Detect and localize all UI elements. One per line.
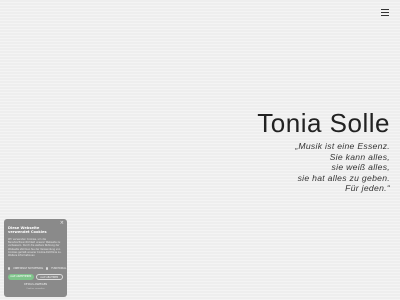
checkbox-necessary[interactable] [8, 266, 10, 270]
cookie-title: Diese Webseite verwendet Cookies [8, 226, 47, 235]
hamburger-icon-line [381, 12, 389, 13]
cookie-buttons: ALLE AKZEPTIEREN ALLE ABLEHNEN [8, 273, 63, 280]
quote-line: Sie kann alles, [329, 151, 390, 162]
quote-line: sie hat alles zu geben. [297, 172, 390, 183]
cookie-banner: × Diese Webseite verwendet Cookies Wir v… [4, 219, 67, 297]
cookie-footer-text: Cookies verwalten [26, 287, 45, 290]
quote: „Musik ist eine Essenz. Sie kann alles, … [257, 141, 390, 194]
artist-name: Tonia Solle [257, 108, 390, 138]
cookie-checkboxes: UNBEDINGT NOTWENDIG FUNKTIONAL [8, 266, 67, 270]
show-details-link[interactable]: DETAILS ANZEIGEN [8, 283, 63, 286]
quote-line: „Musik ist eine Essenz. [295, 141, 390, 151]
checkbox-functional-label: FUNKTIONAL [51, 266, 67, 270]
quote-line: Für jeden.“ [345, 183, 390, 194]
hero: Tonia Solle „Musik ist eine Essenz. Sie … [257, 108, 390, 194]
checkbox-functional[interactable] [46, 266, 49, 270]
close-icon[interactable]: × [60, 221, 64, 226]
cookie-text: Wir verwenden Cookies, um die Benutzerfr… [8, 237, 62, 258]
hamburger-icon-line [381, 15, 389, 16]
checkbox-necessary-label: UNBEDINGT NOTWENDIG [13, 266, 44, 270]
hamburger-icon-line [381, 9, 389, 10]
menu-button[interactable] [381, 9, 389, 16]
quote-line: sie weiß alles, [331, 162, 390, 173]
reject-all-button[interactable]: ALLE ABLEHNEN [35, 273, 63, 280]
accept-all-button[interactable]: ALLE AKZEPTIEREN [8, 273, 34, 280]
